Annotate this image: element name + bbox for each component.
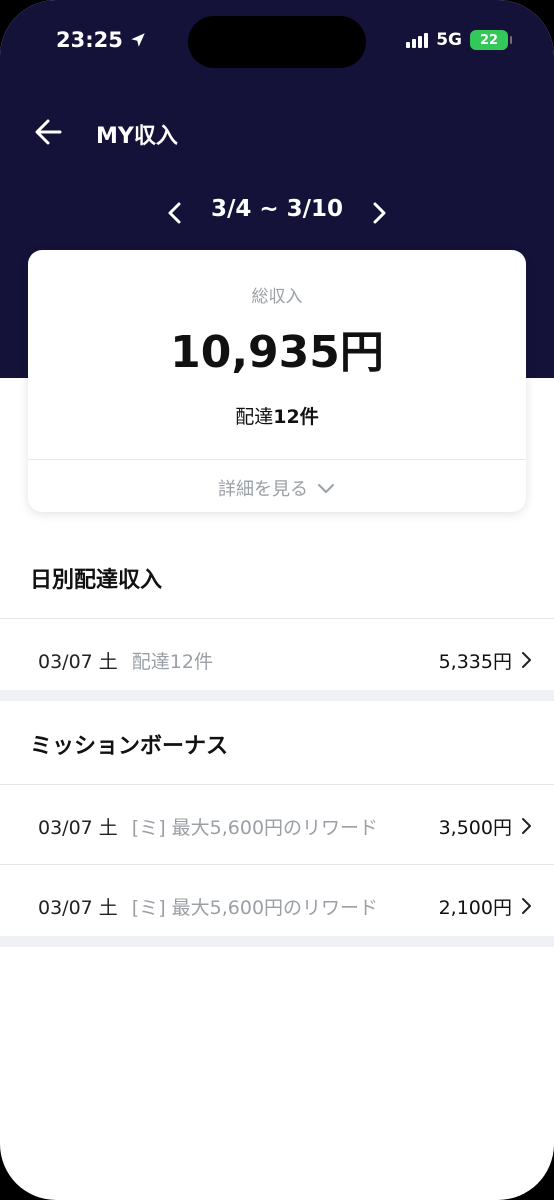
date-range-label: 3/4 ~ 3/10 — [210, 196, 344, 222]
delivery-count-value: 12件 — [273, 406, 319, 428]
status-bar: 23:25 5G 22 — [0, 0, 554, 80]
chevron-right-icon — [522, 652, 531, 668]
location-arrow-icon — [131, 33, 145, 47]
status-time-text: 23:25 — [56, 28, 123, 52]
divider — [0, 864, 554, 865]
income-summary-card: 総収入 10,935円 配達12件 詳細を見る — [28, 250, 526, 512]
chevron-right-icon — [373, 202, 386, 224]
row-amount: 2,100円 — [438, 896, 512, 919]
row-date: 03/07 土 — [38, 896, 118, 919]
total-income-amount: 10,935円 — [170, 327, 384, 378]
row-date: 03/07 土 — [38, 816, 118, 839]
chevron-right-icon — [522, 898, 531, 914]
battery-level: 22 — [479, 32, 499, 48]
total-income-label: 総収入 — [251, 287, 303, 307]
mission-bonus-row[interactable]: 03/07 土 [ミ] 最大5,600円のリワード 2,100円 — [0, 871, 554, 941]
section-gap — [0, 690, 554, 701]
date-switcher: 3/4 ~ 3/10 — [0, 190, 554, 234]
dynamic-island — [188, 16, 366, 68]
battery-icon: 22 — [470, 30, 512, 50]
section-gap — [0, 936, 554, 947]
chevron-down-icon — [318, 484, 334, 493]
prev-week-button[interactable] — [160, 198, 190, 228]
row-amount: 5,335円 — [438, 650, 512, 673]
status-time: 23:25 — [56, 28, 147, 52]
mission-bonus-row[interactable]: 03/07 土 [ミ] 最大5,600円のリワード 3,500円 — [0, 791, 554, 861]
back-arrow-icon — [35, 119, 62, 145]
next-week-button[interactable] — [364, 198, 394, 228]
row-description: 配達12件 — [131, 650, 213, 673]
network-label: 5G — [436, 30, 462, 50]
view-details-button[interactable]: 詳細を見る — [28, 474, 526, 502]
row-description: [ミ] 最大5,600円のリワード — [131, 816, 379, 839]
card-divider — [28, 459, 526, 460]
back-button[interactable] — [30, 114, 70, 150]
chevron-left-icon — [168, 202, 181, 224]
nav-bar: MY収入 — [0, 106, 554, 158]
divider — [0, 784, 554, 785]
phone-screen: 23:25 5G 22 MY収入 3/4 ~ 3/10 総収入 10,935円 … — [0, 0, 554, 1200]
divider — [0, 618, 554, 619]
row-amount: 3,500円 — [438, 816, 512, 839]
status-indicators: 5G 22 — [406, 30, 512, 50]
row-description: [ミ] 最大5,600円のリワード — [131, 896, 379, 919]
page-title: MY収入 — [96, 124, 178, 149]
signal-icon — [406, 32, 429, 48]
chevron-right-icon — [522, 818, 531, 834]
daily-income-row[interactable]: 03/07 土 配達12件 5,335円 — [0, 625, 554, 695]
mission-bonus-title: ミッションボーナス — [30, 734, 229, 759]
daily-income-title: 日別配達収入 — [30, 568, 163, 593]
view-details-label: 詳細を見る — [218, 479, 308, 500]
row-date: 03/07 土 — [38, 650, 118, 673]
delivery-count: 配達12件 — [28, 402, 526, 429]
delivery-count-prefix: 配達 — [235, 406, 274, 428]
